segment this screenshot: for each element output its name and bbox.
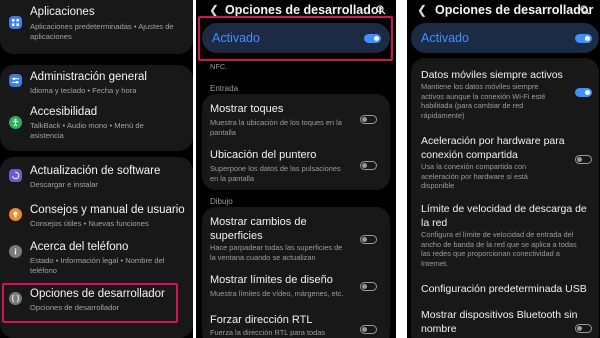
item-subtitle: Muestra la ubicación de los toques en la… [210,118,342,137]
item-subtitle: Muestra límites de vídeo, márgenes, etc. [210,289,344,298]
item-subtitle: Hace parpadear todas las superficies de … [210,243,343,262]
master-toggle[interactable] [575,34,592,43]
item-title: Mostrar cambios de superficies [210,216,307,242]
setting-usb-default[interactable]: Configuración predeterminada USB [411,282,599,300]
developer-options-screen: ❮ Opciones de desarrollador Activado NFC… [196,0,396,338]
item-subtitle: Fuerza la dirección RTL para todas [210,328,326,337]
show-touches-toggle[interactable] [360,115,377,124]
master-switch-label: Activado [421,31,469,45]
nfc-fragment: NFC. [210,62,228,71]
item-subtitle: Configura el límite de velocidad de entr… [421,230,577,268]
surface-updates-toggle[interactable] [360,235,377,244]
back-icon[interactable]: ❮ [209,3,219,17]
item-title: Mostrar límites de diseño [210,274,333,286]
item-subtitle: Usa la conexión compartida con aceleraci… [421,162,528,190]
item-subtitle: TalkBack • Audio mono • Menú de asistenc… [30,121,144,140]
tips-bulb-icon [9,208,22,221]
update-icon [9,169,22,182]
item-subtitle: Descargar e instalar [30,180,98,189]
item-title: Acerca del teléfono [30,241,129,253]
search-icon[interactable] [376,5,386,15]
setting-download-rate-limit[interactable]: Límite de velocidad de descarga de la re… [411,202,599,278]
back-icon[interactable]: ❮ [417,3,427,17]
network-card: Datos móviles siempre activos Mantiene l… [411,58,599,338]
section-entrada: Entrada [210,84,239,93]
settings-item-accessibility[interactable]: Accesibilidad TalkBack • Audio mono • Me… [0,106,193,146]
activado-highlight [198,16,393,61]
layout-bounds-toggle[interactable] [360,282,377,291]
apps-grid-icon [9,16,22,29]
mobile-data-toggle[interactable] [575,88,592,97]
item-title: Configuración predeterminada USB [421,283,587,295]
item-title: Consejos y manual de usuario [30,204,185,216]
setting-pointer-location[interactable]: Ubicación del puntero Superpone los dato… [202,148,390,186]
item-subtitle: Mantiene los datos móviles siempre activ… [421,82,546,120]
item-title: Límite de velocidad de descarga de la re… [421,203,587,229]
setting-show-touches[interactable]: Mostrar toques Muestra la ubicación de l… [202,102,390,140]
item-subtitle: Superpone los datos de las pulsaciones e… [210,164,341,183]
item-title: Datos móviles siempre activos [421,69,563,81]
setting-tethering-hw-accel[interactable]: Aceleración por hardware para conexión c… [411,134,599,192]
developer-options-highlight [2,283,178,323]
item-subtitle: Idioma y teclado • Fecha y hora [30,86,137,95]
item-subtitle: Aplicaciones predeterminadas • Ajustes d… [30,22,174,41]
item-title: Forzar dirección RTL [210,314,313,326]
setting-mobile-data-always-on[interactable]: Datos móviles siempre activos Mantiene l… [411,68,599,124]
setting-show-unnamed-bluetooth[interactable]: Mostrar dispositivos Bluetooth sin nombr… [411,308,599,338]
settings-item-update[interactable]: Actualización de software Descargar e in… [0,165,193,195]
page-title: Opciones de desarrollador [225,3,384,17]
item-title: Mostrar dispositivos Bluetooth sin nombr… [421,309,578,335]
pointer-location-toggle[interactable] [360,161,377,170]
sliders-icon [9,74,22,87]
accessibility-icon [9,116,22,129]
settings-item-apps[interactable]: Aplicaciones Aplicaciones predeterminada… [0,6,193,50]
force-rtl-toggle[interactable] [360,325,377,334]
master-switch-card[interactable]: Activado [411,23,599,53]
item-subtitle: Estado • Información legal • Nombre del … [30,256,165,275]
settings-item-tips[interactable]: Consejos y manual de usuario Consejos út… [0,204,193,234]
item-title: Mostrar toques [210,103,284,115]
setting-surface-updates[interactable]: Mostrar cambios de superficies Hace parp… [202,215,390,265]
item-title: Administración general [30,71,147,83]
section-dibujo: Dibujo [210,197,233,206]
settings-card-apps: Aplicaciones Aplicaciones predeterminada… [0,0,193,54]
settings-item-general[interactable]: Administración general Idioma y teclado … [0,71,193,101]
page-title: Opciones de desarrollador [435,3,594,17]
developer-options-network-screen: ❮ Opciones de desarrollador Activado Dat… [407,0,600,338]
setting-layout-bounds[interactable]: Mostrar límites de diseño Muestra límite… [202,273,390,305]
tethering-hw-accel-toggle[interactable] [575,155,592,164]
setting-force-rtl[interactable]: Forzar dirección RTL Fuerza la dirección… [202,313,390,338]
item-title: Aplicaciones [30,6,95,18]
item-title: Actualización de software [30,165,161,177]
settings-card-general: Administración general Idioma y teclado … [0,65,193,151]
item-title: Accesibilidad [30,106,98,118]
search-icon[interactable] [580,5,590,15]
item-title: Ubicación del puntero [210,149,317,161]
info-icon [9,245,22,258]
input-card: Mostrar toques Muestra la ubicación de l… [202,94,390,190]
item-title: Aceleración por hardware para conexión c… [421,135,565,161]
settings-panel: Aplicaciones Aplicaciones predeterminada… [0,0,193,338]
app-bar: ❮ Opciones de desarrollador [407,0,600,22]
unnamed-bluetooth-toggle[interactable] [575,324,592,333]
settings-item-about[interactable]: Acerca del teléfono Estado • Información… [0,241,193,281]
item-subtitle: Consejos útiles • Nuevas funciones [30,219,149,228]
drawing-card: Mostrar cambios de superficies Hace parp… [202,207,390,338]
nav-bar-hint [20,334,170,336]
